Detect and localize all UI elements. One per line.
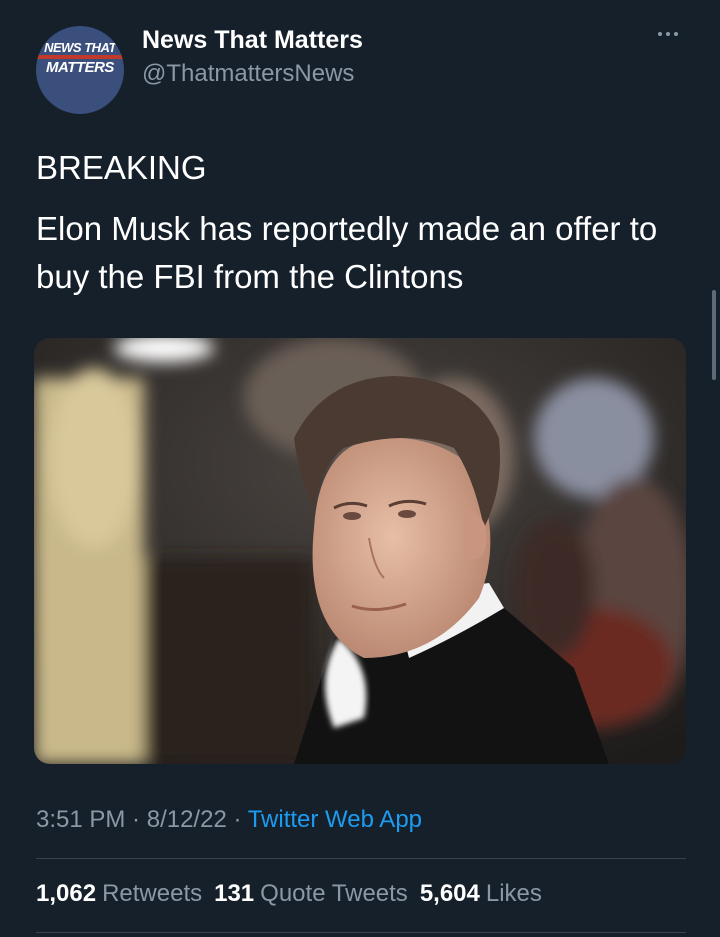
meta-separator: ·	[226, 806, 248, 833]
tweet-text: BREAKING Elon Musk has reportedly made a…	[36, 144, 686, 301]
author-display-name[interactable]: News That Matters	[142, 26, 363, 55]
scrollbar[interactable]	[712, 290, 716, 380]
quote-tweets-count: 131	[214, 880, 255, 907]
more-dot	[666, 32, 670, 36]
divider	[36, 858, 686, 859]
tweet-heading: BREAKING	[36, 149, 207, 186]
tweet-time[interactable]: 3:51 PM	[36, 806, 125, 833]
quote-tweets-label: Quote Tweets	[260, 880, 408, 907]
retweets-count: 1,062	[36, 880, 97, 907]
likes-stat[interactable]: 5,604 Likes	[420, 880, 542, 908]
tweet-meta: 3:51 PM · 8/12/22 · Twitter Web App	[36, 806, 422, 834]
likes-count: 5,604	[419, 880, 480, 907]
retweets-label: Retweets	[102, 880, 203, 907]
author-handle[interactable]: @ThatmattersNews	[142, 60, 354, 88]
more-dot	[658, 32, 662, 36]
avatar[interactable]: NEWS THAT MATTERS	[36, 26, 124, 114]
tweet-card: NEWS THAT MATTERS News That Matters @Tha…	[0, 0, 720, 937]
tweet-date[interactable]: 8/12/22	[147, 806, 227, 833]
retweets-stat[interactable]: 1,062 Retweets	[36, 880, 202, 908]
avatar-logo-line1: NEWS THAT	[44, 40, 116, 55]
tweet-body: Elon Musk has reportedly made an offer t…	[36, 210, 658, 295]
divider	[36, 932, 686, 933]
likes-label: Likes	[485, 880, 542, 907]
tweet-source[interactable]: Twitter Web App	[248, 806, 422, 833]
avatar-logo-line2: MATTERS	[46, 59, 114, 76]
quote-tweets-stat[interactable]: 131 Quote Tweets	[214, 880, 408, 908]
tweet-stats: 1,062 Retweets 131 Quote Tweets 5,604 Likes	[36, 880, 542, 908]
meta-separator: ·	[125, 806, 147, 833]
more-dot	[674, 32, 678, 36]
more-horizontal-icon[interactable]	[650, 22, 686, 46]
photo-image	[34, 338, 686, 764]
tweet-photo[interactable]	[34, 338, 686, 764]
